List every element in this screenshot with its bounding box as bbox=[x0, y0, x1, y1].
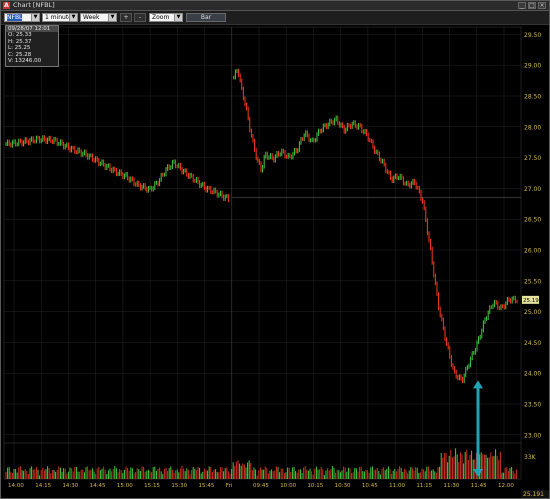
interval-value: 1 minute bbox=[45, 14, 72, 21]
window-title: Chart [NFBL] bbox=[13, 1, 55, 9]
symbol-select[interactable]: NFBL ▼ bbox=[4, 13, 40, 22]
maximize-icon[interactable]: □ bbox=[528, 2, 536, 9]
y-tick-label: 23.50 bbox=[524, 402, 541, 409]
x-tick-label: Fri bbox=[226, 483, 233, 489]
x-tick-label: 10:00 bbox=[280, 483, 296, 489]
annotation-arrowhead bbox=[473, 380, 483, 389]
range-select[interactable]: Week ▼ bbox=[80, 13, 117, 22]
x-tick-label: 14:00 bbox=[8, 483, 24, 489]
x-tick-label: 15:45 bbox=[199, 483, 215, 489]
zoom-select[interactable]: Zoom ▼ bbox=[149, 13, 183, 22]
x-tick-label: 11:15 bbox=[416, 483, 432, 489]
y-tick-label: 24.50 bbox=[524, 340, 541, 347]
y-tick-label: 27.00 bbox=[524, 186, 541, 193]
x-tick-label: 11:00 bbox=[389, 483, 405, 489]
x-tick-label: 10:45 bbox=[362, 483, 378, 489]
last-price-label: 25.191 bbox=[523, 298, 542, 304]
price-chart[interactable]: 29.50 29.00 28.50 28.00 27.50 27.00 26.50 26.00… bbox=[1, 25, 549, 498]
x-tick-label: 14:45 bbox=[90, 483, 106, 489]
x-tick-label: 15:15 bbox=[144, 483, 160, 489]
y-tick-label: 28.00 bbox=[524, 124, 541, 131]
title-bar: A Chart [NFBL] _ □ × bbox=[1, 1, 549, 11]
app-logo-icon: A bbox=[3, 2, 10, 9]
chevron-down-icon[interactable]: ▼ bbox=[108, 14, 116, 21]
y-tick-label: 26.00 bbox=[524, 248, 541, 255]
x-tick-label: 12:00 bbox=[498, 483, 514, 489]
interval-select[interactable]: 1 minute ▼ bbox=[42, 13, 78, 22]
x-tick-label: 10:15 bbox=[307, 483, 323, 489]
x-tick-label: 10:30 bbox=[335, 483, 351, 489]
y-tick-label: 29.50 bbox=[524, 32, 541, 39]
window-controls: _ □ × bbox=[518, 2, 546, 9]
x-tick-label: 14:15 bbox=[35, 483, 51, 489]
x-tick-label: 11:30 bbox=[444, 483, 460, 489]
y-tick-label: 27.50 bbox=[524, 155, 541, 162]
y-tick-label: 25.50 bbox=[524, 278, 541, 285]
y-tick-label: 25.00 bbox=[524, 309, 541, 316]
x-tick-label: 14:30 bbox=[62, 483, 78, 489]
footer-price-label: 25.191 bbox=[523, 491, 544, 498]
x-tick-label: 11:45 bbox=[471, 483, 487, 489]
minimize-icon[interactable]: _ bbox=[518, 2, 526, 9]
plot-frame bbox=[3, 26, 522, 480]
chart-window: A Chart [NFBL] _ □ × NFBL ▼ 1 minute ▼ W… bbox=[0, 0, 550, 499]
x-tick-label: 15:30 bbox=[171, 483, 187, 489]
zoom-value: Zoom bbox=[152, 14, 170, 21]
infobox-volume: V: 13246.00 bbox=[8, 58, 42, 65]
volume-axis-label: 33K bbox=[524, 454, 537, 461]
x-tick-label: 09:45 bbox=[253, 483, 269, 489]
y-tick-label: 29.00 bbox=[524, 63, 541, 70]
zoom-in-button[interactable]: + bbox=[120, 13, 132, 22]
chevron-down-icon[interactable]: ▼ bbox=[31, 14, 39, 21]
toolbar: NFBL ▼ 1 minute ▼ Week ▼ + - Zoom ▼ Bar bbox=[1, 11, 549, 25]
ohlc-infobox: 09/28/07 12:01 O: 25.33 H: 25.37 L: 25.2… bbox=[5, 25, 59, 67]
symbol-value: NFBL bbox=[7, 14, 23, 21]
close-icon[interactable]: × bbox=[538, 2, 546, 9]
y-tick-label: 28.50 bbox=[524, 94, 541, 101]
bar-button[interactable]: Bar bbox=[186, 13, 226, 22]
y-tick-label: 26.50 bbox=[524, 217, 541, 224]
range-value: Week bbox=[83, 14, 100, 21]
zoom-out-button[interactable]: - bbox=[134, 13, 146, 22]
y-tick-label: 23.00 bbox=[524, 432, 541, 439]
chevron-down-icon[interactable]: ▼ bbox=[174, 14, 182, 21]
chevron-down-icon[interactable]: ▼ bbox=[69, 14, 77, 21]
y-tick-label: 24.00 bbox=[524, 371, 541, 378]
x-tick-label: 15:00 bbox=[117, 483, 133, 489]
